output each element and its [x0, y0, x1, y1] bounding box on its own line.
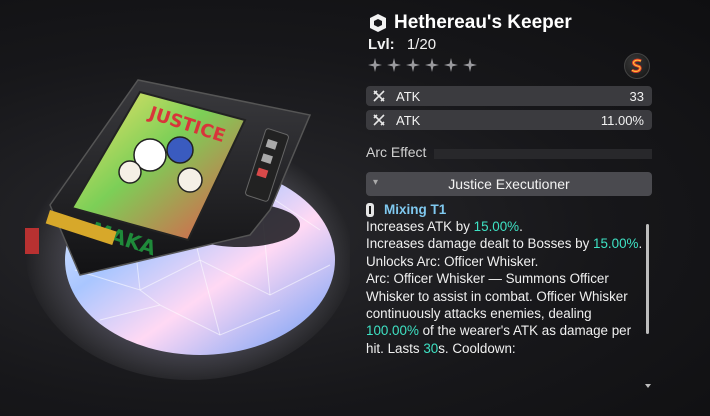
- description-text: Unlocks Arc: Officer Whisker.: [366, 253, 539, 269]
- star-icon: [368, 58, 382, 72]
- star-icon: [406, 58, 420, 72]
- s-logo-icon: [630, 58, 642, 73]
- highlight-value: 15.00%: [593, 236, 639, 252]
- description-text: .: [638, 236, 643, 252]
- item-detail-panel: Hethereau's Keeper Lvl: 1/20 ATK 33 ATK …: [366, 6, 654, 410]
- star-icon: [444, 58, 458, 72]
- chevron-down-icon: ▾: [373, 177, 379, 188]
- stat-name: ATK: [396, 112, 421, 128]
- description-text: Increases damage dealt to Bosses by: [366, 236, 594, 252]
- description-text: Arc: Officer Whisker — Summons Officer W…: [366, 271, 628, 322]
- atk-crossed-swords-icon: [373, 114, 385, 126]
- s-brand-icon[interactable]: [624, 53, 650, 79]
- star-icon: [463, 58, 477, 72]
- description-text: .: [519, 219, 523, 234]
- arc-effect-selected: Justice Executioner: [448, 176, 570, 192]
- description-text: Increases ATK by: [366, 219, 474, 234]
- arc-effect-label: Arc Effect: [366, 144, 427, 160]
- star-icon: [387, 58, 401, 72]
- cube-icon: [370, 14, 386, 32]
- description-text: s. Cooldown:: [438, 340, 516, 356]
- highlight-value: 30: [423, 340, 439, 356]
- description-scrollbar[interactable]: [645, 224, 651, 388]
- scrollbar-thumb[interactable]: [646, 224, 649, 334]
- highlight-value: 15.00%: [473, 219, 520, 234]
- stat-row: ATK 33: [366, 86, 652, 106]
- stat-value: 33: [629, 88, 644, 104]
- star-rating: [368, 58, 477, 72]
- item-title: Hethereau's Keeper: [394, 12, 572, 33]
- level-row: Lvl: 1/20: [368, 36, 436, 53]
- level-value: 1/20: [406, 36, 437, 53]
- description-line: Arc: Officer Whisker — Summons Officer W…: [366, 270, 644, 357]
- mixing-description: Increases ATK by 15.00%. Increases damage…: [366, 218, 644, 382]
- mixing-tier-row: Mixing T1: [366, 202, 446, 217]
- stat-row: ATK 11.00%: [366, 110, 652, 130]
- divider: [434, 149, 652, 159]
- tier-marker-icon: [366, 202, 374, 217]
- description-line: Unlocks Arc: Officer Whisker.: [366, 253, 644, 270]
- stat-name: ATK: [396, 88, 421, 104]
- mixing-tier-label: Mixing T1: [384, 202, 447, 217]
- stat-value: 11.00%: [600, 112, 644, 128]
- title-row: Hethereau's Keeper: [368, 12, 572, 34]
- atk-crossed-swords-icon: [373, 90, 385, 102]
- scroll-down-arrow-icon[interactable]: [645, 384, 651, 388]
- highlight-value: 100.00%: [366, 323, 419, 339]
- description-line: Increases ATK by 15.00%.: [366, 218, 644, 235]
- item-artwork: JUSTICE MAKA: [25, 79, 350, 380]
- description-line: Increases damage dealt to Bosses by 15.0…: [366, 235, 644, 252]
- star-icon: [425, 58, 439, 72]
- arc-effect-dropdown[interactable]: ▾ Justice Executioner: [366, 172, 652, 196]
- level-label: Lvl:: [368, 36, 395, 53]
